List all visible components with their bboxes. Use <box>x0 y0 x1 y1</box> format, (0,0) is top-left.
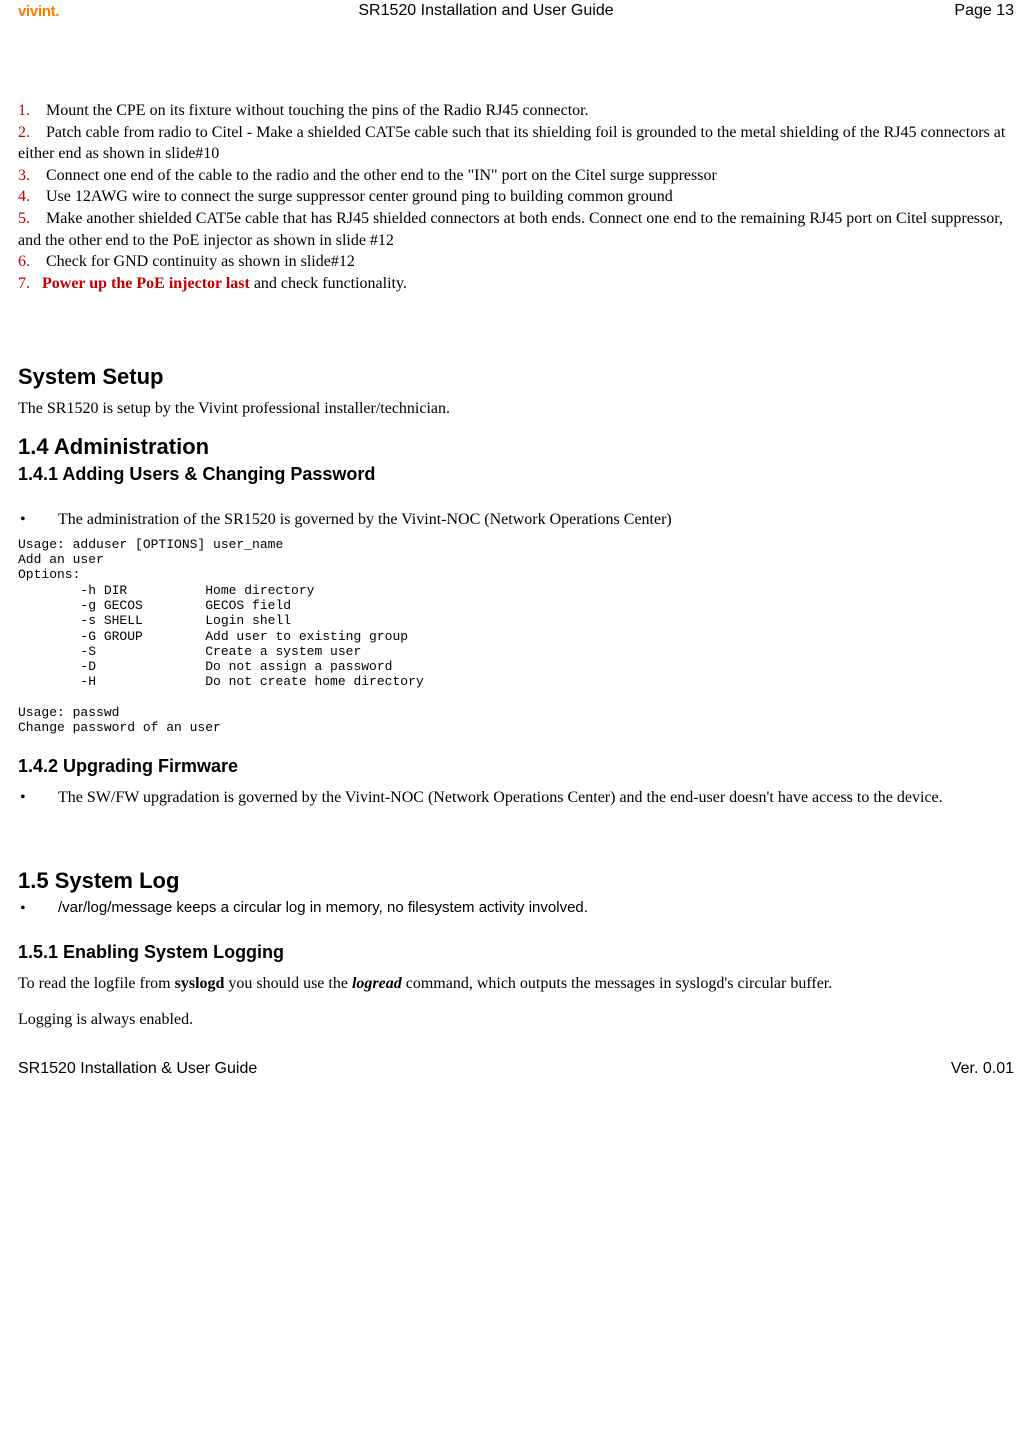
step-6: 6. Check for GND continuity as shown in … <box>18 251 1024 273</box>
step-num: 2. <box>18 124 30 141</box>
heading-system-setup: System Setup <box>18 364 1024 390</box>
logread-paragraph: To read the logfile from syslogd you sho… <box>18 973 1024 995</box>
heading-1-4-1: 1.4.1 Adding Users & Changing Password <box>18 464 1024 485</box>
step-text: Mount the CPE on its fixture without tou… <box>42 102 589 119</box>
admin-bullet-text: The administration of the SR1520 is gove… <box>58 509 1024 531</box>
heading-1-5-1: 1.5.1 Enabling System Logging <box>18 942 1024 963</box>
syslog-bullet: • /var/log/message keeps a circular log … <box>18 898 1024 920</box>
syslogd-bold: syslogd <box>175 975 225 992</box>
logging-enabled-paragraph: Logging is always enabled. <box>18 1009 1024 1031</box>
step-text: Make another shielded CAT5e cable that h… <box>18 210 1003 249</box>
system-setup-text: The SR1520 is setup by the Vivint profes… <box>18 398 1024 420</box>
heading-1-4: 1.4 Administration <box>18 434 1024 460</box>
step-7: 7. Power up the PoE injector last and ch… <box>18 273 1024 295</box>
syslog-bullet-text: /var/log/message keeps a circular log in… <box>58 898 1024 920</box>
step-num: 6. <box>18 253 30 270</box>
vivint-logo: vivint. <box>18 3 78 20</box>
step-text: Connect one end of the cable to the radi… <box>42 167 717 184</box>
footer-version: Ver. 0.01 <box>874 1060 1024 1078</box>
step-2: 2. Patch cable from radio to Citel - Mak… <box>18 122 1024 165</box>
step-text: Patch cable from radio to Citel - Make a… <box>18 124 1005 163</box>
step-num: 3. <box>18 167 30 184</box>
step-3: 3. Connect one end of the cable to the r… <box>18 165 1024 187</box>
txt: command, which outputs the messages in s… <box>402 975 833 992</box>
step-4: 4. Use 12AWG wire to connect the surge s… <box>18 186 1024 208</box>
firmware-bullet-text: The SW/FW upgradation is governed by the… <box>58 787 1024 809</box>
adduser-code-block: Usage: adduser [OPTIONS] user_name Add a… <box>18 537 1024 736</box>
step-7-rest: and check functionality. <box>250 275 407 292</box>
step-1: 1. Mount the CPE on its fixture without … <box>18 100 1024 122</box>
footer-title: SR1520 Installation & User Guide <box>18 1060 874 1078</box>
step-text: Use 12AWG wire to connect the surge supp… <box>42 188 673 205</box>
doc-title: SR1520 Installation and User Guide <box>78 2 894 20</box>
step-7-warning: Power up the PoE injector last <box>42 275 250 292</box>
admin-bullet: • The administration of the SR1520 is go… <box>18 509 1024 531</box>
firmware-bullet: • The SW/FW upgradation is governed by t… <box>18 787 1024 809</box>
step-num: 1. <box>18 102 30 119</box>
heading-1-4-2: 1.4.2 Upgrading Firmware <box>18 756 1024 777</box>
page-header: vivint. SR1520 Installation and User Gui… <box>18 2 1024 20</box>
txt: To read the logfile from <box>18 975 175 992</box>
heading-1-5: 1.5 System Log <box>18 868 1024 894</box>
document-page: vivint. SR1520 Installation and User Gui… <box>0 0 1028 1088</box>
bullet-icon: • <box>18 509 58 531</box>
step-text: Check for GND continuity as shown in sli… <box>42 253 355 270</box>
step-num: 7. <box>18 275 30 292</box>
bullet-icon: • <box>18 787 58 809</box>
bullet-icon: • <box>18 898 58 920</box>
page-footer: SR1520 Installation & User Guide Ver. 0.… <box>18 1060 1024 1078</box>
logread-bolditalic: logread <box>352 975 402 992</box>
step-num: 4. <box>18 188 30 205</box>
page-number: Page 13 <box>894 2 1024 20</box>
step-5: 5. Make another shielded CAT5e cable tha… <box>18 208 1024 251</box>
install-steps: 1. Mount the CPE on its fixture without … <box>18 100 1024 294</box>
txt: you should use the <box>224 975 352 992</box>
step-num: 5. <box>18 210 30 227</box>
